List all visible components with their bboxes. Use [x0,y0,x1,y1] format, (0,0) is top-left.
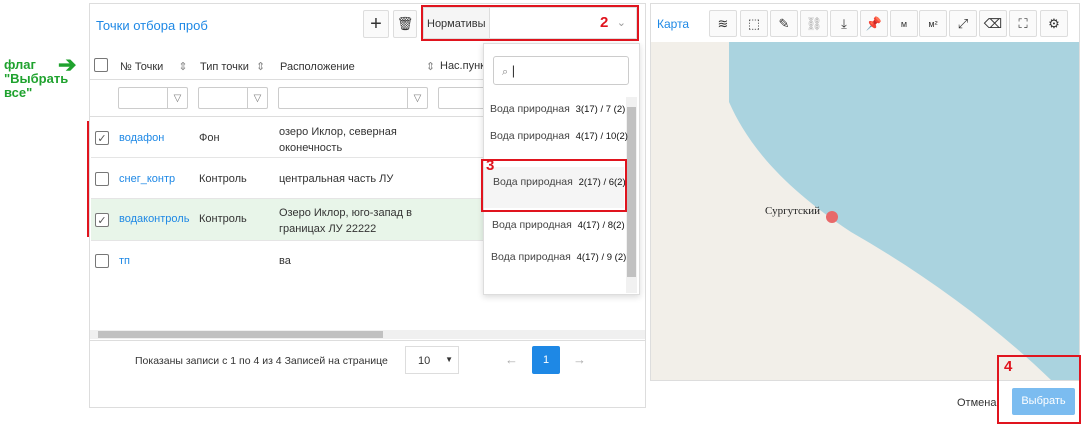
scrollbar-thumb[interactable] [98,331,383,338]
delete-button[interactable]: 🗑 [393,10,417,38]
point-id-link[interactable]: водаконтроль [119,213,189,225]
table-row[interactable]: тп ва [91,241,483,281]
row-checkbox[interactable]: ✓ [95,131,109,145]
place-label: Сургутский [765,205,821,217]
filter-icon[interactable]: ▽ [407,88,427,108]
table-row[interactable]: ✓ водаконтроль Контроль Озеро Иклор, юго… [91,199,483,241]
gear-icon[interactable]: ⚙ [1040,10,1068,37]
annotation-4: 4 [1004,358,1013,375]
point-type: Фон [199,132,220,144]
map-canvas[interactable] [651,42,1079,380]
eraser-icon[interactable]: ⌫ [979,10,1007,37]
column-header-type[interactable]: Тип точки ⇕ [200,60,265,73]
point-location: ва [279,255,291,267]
pin-icon[interactable]: 📌 [860,10,888,37]
cancel-button[interactable]: Отмена [957,397,996,409]
pencil-icon[interactable]: ✎ [770,10,798,37]
panel-title: Точки отбора проб [96,18,208,33]
row-checkbox[interactable] [95,254,109,268]
records-info: Показаны записи с 1 по 4 из 4 Записей на… [135,355,388,367]
point-location: Озеро Иклор, юго-запад в границах ЛУ 222… [279,207,412,235]
search-icon: ⌕ [502,66,509,78]
dropdown-option[interactable]: Вода природная 4(17) / 9 (2) [491,251,626,263]
layers-icon[interactable]: ≋ [709,10,737,37]
next-page-button[interactable]: → [573,352,586,367]
annotation-2: 2 [600,14,609,31]
point-type: Контроль [199,213,247,225]
filter-icon[interactable]: ▽ [167,88,187,108]
prev-page-button[interactable]: ← [505,352,518,367]
dropdown-option[interactable]: Вода природная 4(17) / 10(2) [490,130,628,142]
dropdown-option[interactable]: Вода природная 3(17) / 7 (2) [490,103,625,115]
per-page-select[interactable]: 10 ▼ [405,346,459,374]
dropdown-option[interactable]: Вода природная 4(17) / 8(2) [492,219,625,231]
trash-icon: 🗑 [396,16,414,31]
filter-settlement[interactable] [438,87,486,109]
download-icon[interactable]: ⤓ [830,10,858,37]
point-id-link[interactable]: снег_контр [119,173,175,185]
table-row[interactable]: снег_контр Контроль центральная часть ЛУ [91,158,483,199]
filter-number[interactable]: ▽ [118,87,188,109]
point-id-link[interactable]: тп [119,255,130,267]
table-row[interactable]: ✓ водафон Фон озеро Иклор, северная окон… [91,117,483,158]
arrow-right-icon: ➔ [58,52,77,77]
place-marker[interactable] [826,211,838,223]
annotation-3: 3 [486,157,495,174]
expand-icon[interactable]: ⤢ [949,10,977,37]
link-icon[interactable]: ⛓ [800,10,828,37]
measure-length-button[interactable]: м [890,10,918,37]
horizontal-scrollbar[interactable] [90,330,645,339]
frame-icon[interactable]: ⛶ [1009,10,1037,37]
filter-icon[interactable]: ▽ [247,88,267,108]
select-icon[interactable]: ⬚ [740,10,768,37]
annotation-3-box [481,159,627,212]
row-checkbox[interactable]: ✓ [95,213,109,227]
filter-type[interactable]: ▽ [198,87,268,109]
map-title: Карта [657,17,690,31]
column-header-number[interactable]: № Точки ⇕ [120,60,188,73]
point-location: центральная часть ЛУ [279,173,394,185]
page-1-button[interactable]: 1 [532,346,560,374]
point-location: озеро Иклор, северная оконечность [279,126,397,154]
column-header-location[interactable]: Расположение ⇕ [280,60,435,73]
scrollbar-thumb[interactable] [627,107,636,277]
select-all-checkbox[interactable] [94,58,108,72]
dropdown-search-input[interactable]: ⌕ | [493,56,629,85]
footer-divider [90,340,645,341]
dropdown-scrollbar[interactable] [626,97,637,293]
filter-location[interactable]: ▽ [278,87,428,109]
point-type: Контроль [199,173,247,185]
point-id-link[interactable]: водафон [119,132,164,144]
add-button[interactable]: + [363,10,389,38]
header-divider [90,79,485,80]
row-checkbox[interactable] [95,172,109,186]
measure-area-button[interactable]: м² [919,10,947,37]
